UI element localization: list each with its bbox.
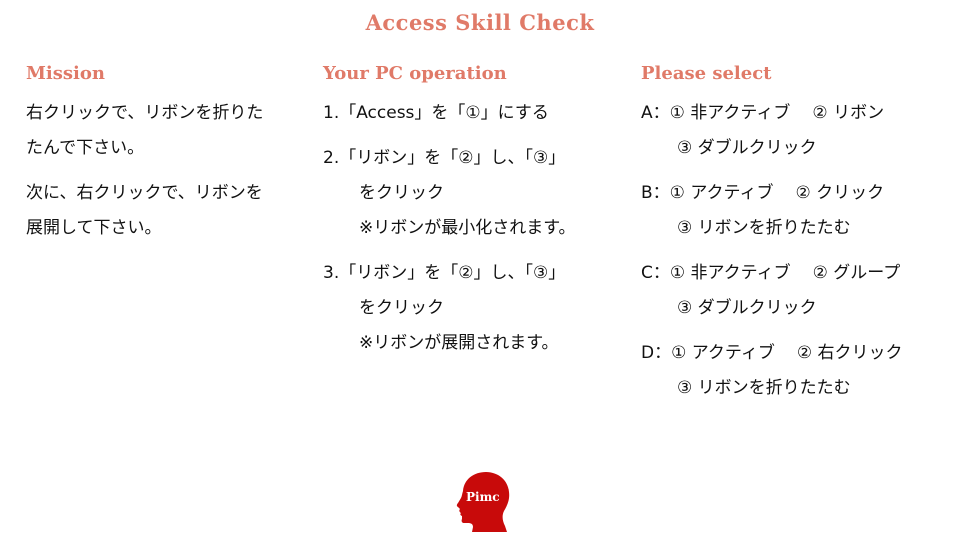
option-d[interactable]: D：① アクティブ ② 右クリック ③ リボンを折りたたむ	[641, 336, 951, 406]
option-choice-2: ② リボン	[812, 103, 885, 123]
option-label: C：	[641, 263, 670, 283]
mission-section: Mission 右クリックで、リボンを折りた たんで下さい。 次に、右クリックで…	[26, 60, 311, 256]
option-choice-1: ① アクティブ	[669, 183, 774, 203]
operation-step-2: 2.「リボン」を「②」し、「③」 をクリック ※リボンが最小化されます。	[323, 141, 623, 246]
mission-line: たんで下さい。	[26, 138, 145, 158]
option-b[interactable]: B：① アクティブ ② クリック ③ リボンを折りたたむ	[641, 176, 951, 246]
option-label: B：	[641, 183, 670, 203]
option-choice-3: ③ ダブルクリック	[677, 298, 817, 318]
mission-heading: Mission	[26, 63, 105, 84]
step-line: をクリック	[359, 183, 444, 203]
option-choice-3: ③ ダブルクリック	[677, 138, 817, 158]
logo-text: Pimc	[466, 490, 500, 504]
mission-line: 次に、右クリックで、リボンを	[26, 183, 263, 203]
page-title: Access Skill Check	[365, 10, 595, 35]
option-choice-1: ① アクティブ	[671, 343, 775, 363]
option-choice-1: ① 非アクティブ	[669, 103, 791, 123]
option-label: A：	[641, 103, 670, 123]
step-line: 2.「リボン」を「②」し、「③」	[323, 148, 566, 168]
operation-heading: Your PC operation	[323, 63, 507, 84]
option-c[interactable]: C：① 非アクティブ ② グループ ③ ダブルクリック	[641, 256, 951, 326]
option-a[interactable]: A：① 非アクティブ ② リボン ③ ダブルクリック	[641, 96, 951, 166]
option-choice-3: ③ リボンを折りたたむ	[677, 378, 851, 398]
option-choice-3: ③ リボンを折りたたむ	[677, 218, 851, 238]
operation-step-1: 1.「Access」を「①」にする	[323, 96, 623, 131]
operation-step-3: 3.「リボン」を「②」し、「③」 をクリック ※リボンが展開されます。	[323, 256, 623, 361]
option-label: D：	[641, 343, 672, 363]
option-choice-2: ② 右クリック	[796, 343, 903, 363]
step-note: ※リボンが展開されます。	[359, 333, 559, 353]
step-note: ※リボンが最小化されます。	[359, 218, 576, 238]
mission-paragraph: 次に、右クリックで、リボンを 展開して下さい。	[26, 176, 311, 246]
mission-line: 展開して下さい。	[26, 218, 162, 238]
option-choice-2: ② クリック	[795, 183, 885, 203]
option-choice-2: ② グループ	[812, 263, 901, 283]
step-line: 3.「リボン」を「②」し、「③」	[323, 263, 566, 283]
mission-line: 右クリックで、リボンを折りた	[26, 103, 264, 123]
select-section: Please select A：① 非アクティブ ② リボン ③ ダブルクリック …	[641, 60, 951, 416]
operation-section: Your PC operation 1.「Access」を「①」にする 2.「リ…	[323, 60, 623, 371]
option-choice-1: ① 非アクティブ	[669, 263, 791, 283]
step-line: 1.「Access」を「①」にする	[323, 103, 549, 123]
mission-paragraph: 右クリックで、リボンを折りた たんで下さい。	[26, 96, 311, 166]
select-heading: Please select	[641, 63, 772, 84]
step-line: をクリック	[359, 298, 444, 318]
